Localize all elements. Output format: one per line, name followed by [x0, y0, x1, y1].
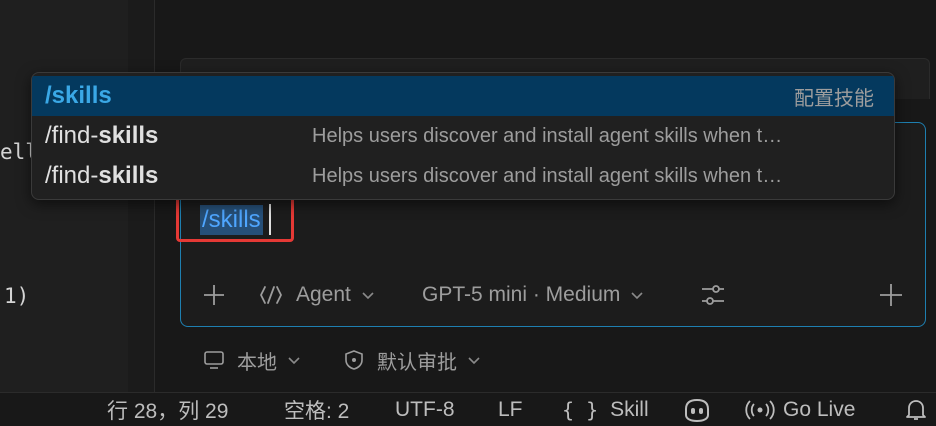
status-eol[interactable]: LF [498, 393, 523, 426]
shield-icon [345, 350, 363, 370]
chevron-down-icon [631, 292, 643, 300]
suggestion-prefix: /find- [45, 162, 99, 189]
command-suggestion-popup: /skills 配置技能 /find-skills Helps users di… [31, 72, 895, 200]
plus-icon [204, 285, 224, 305]
suggestion-item[interactable]: /find-skills Helps users discover and in… [32, 156, 894, 196]
copilot-status[interactable] [682, 393, 712, 426]
suggestion-prefix: /find- [45, 122, 99, 149]
plus-icon [880, 284, 902, 306]
send-add-button[interactable] [878, 280, 904, 310]
model-picker[interactable]: GPT-5 mini · Medium [422, 280, 644, 310]
go-live-label: Go Live [783, 398, 856, 421]
location-picker[interactable]: 本地 [203, 345, 301, 375]
settings-sliders-icon [702, 285, 724, 305]
approval-label: 默认审批 [377, 351, 457, 374]
status-cursor-position[interactable]: 行 28，列 29 [107, 393, 228, 426]
mode-picker[interactable]: Agent [259, 280, 375, 310]
go-live-button[interactable]: Go Live [745, 393, 855, 426]
suggestion-command: /find-skills [45, 122, 158, 150]
chevron-down-icon [362, 292, 374, 300]
suggestion-match: skills [98, 162, 159, 189]
model-label: GPT-5 mini · Medium [422, 283, 621, 306]
add-context-button[interactable] [202, 280, 226, 310]
approval-picker[interactable]: 默认审批 [343, 345, 481, 375]
highlight-box [176, 196, 294, 242]
chevron-down-icon [468, 357, 480, 365]
suggestion-command: /skills [45, 82, 112, 109]
mode-label: Agent [296, 283, 351, 306]
location-label: 本地 [237, 351, 277, 374]
status-bar: 行 28，列 29 空格: 2 UTF-8 LF { } Skill Go Li… [0, 392, 936, 426]
suggestion-item[interactable]: /find-skills Helps users discover and in… [32, 116, 894, 156]
status-encoding[interactable]: UTF-8 [395, 393, 455, 426]
braces-icon: { } [562, 398, 599, 422]
monitor-icon [204, 351, 224, 369]
copilot-icon [685, 398, 709, 423]
code-fragment: 1) [4, 284, 30, 308]
bell-icon [906, 400, 926, 420]
suggestion-command: /find-skills [45, 162, 158, 190]
suggestion-item[interactable]: /skills 配置技能 [32, 76, 894, 116]
language-label: Skill [610, 398, 649, 421]
agent-icon [260, 286, 282, 304]
suggestion-description: Helps users discover and install agent s… [312, 124, 783, 147]
broadcast-icon [745, 400, 775, 420]
suggestion-match: skills [98, 122, 159, 149]
suggestion-description: Helps users discover and install agent s… [312, 164, 783, 187]
app-root: ell 1) /skills Agent GPT-5 mini · Medium [0, 0, 936, 426]
notifications-button[interactable] [903, 393, 929, 426]
status-language[interactable]: { } Skill [562, 393, 649, 426]
configure-tools-button[interactable] [700, 280, 726, 310]
chevron-down-icon [288, 357, 300, 365]
status-indentation[interactable]: 空格: 2 [284, 393, 349, 426]
suggestion-hint: 配置技能 [794, 87, 874, 110]
